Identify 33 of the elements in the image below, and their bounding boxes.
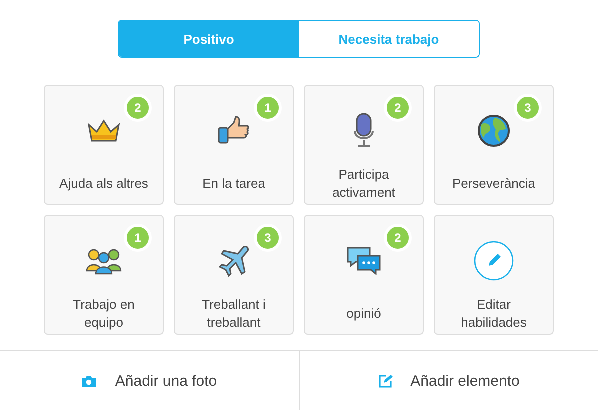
count-badge: 1 [254,94,282,122]
edit-skills-tile[interactable]: Editar habilidades [434,215,554,335]
skill-tile[interactable]: Trabajo en equipo 1 [44,215,164,335]
skill-tile[interactable]: En la tarea 1 [174,85,294,205]
skill-label: Participa activament [332,166,396,202]
count-badge: 3 [254,224,282,252]
pencil-icon [474,241,514,282]
skill-label: opinió [346,305,382,324]
chat-bubbles-icon [346,246,382,276]
microphone-icon [352,113,376,150]
skill-label: Trabajo en equipo [72,296,136,332]
skill-label: Treballant i treballant [201,296,267,332]
skill-tile[interactable]: opinió 2 [304,215,424,335]
globe-icon [477,114,511,148]
count-badge: 2 [384,94,412,122]
edit-icon [378,374,393,389]
airplane-icon [217,244,251,278]
count-badge: 2 [124,94,152,122]
skill-tile[interactable]: Participa activament 2 [304,85,424,205]
skill-label: Ajuda als altres [58,175,150,194]
skill-label: Editar habilidades [460,296,528,332]
count-badge: 3 [514,94,542,122]
skill-label: Perseverància [451,175,537,194]
crown-icon [87,119,121,144]
count-badge: 2 [384,224,412,252]
skill-tile[interactable]: Perseverància 3 [434,85,554,205]
people-icon [86,247,122,276]
skill-label: En la tarea [202,175,266,194]
skill-tile[interactable]: Treballant i treballant 3 [174,215,294,335]
skill-tile[interactable]: Ajuda als altres 2 [44,85,164,205]
camera-icon [81,375,98,388]
thumbs-up-icon [217,116,251,146]
count-badge: 1 [124,224,152,252]
